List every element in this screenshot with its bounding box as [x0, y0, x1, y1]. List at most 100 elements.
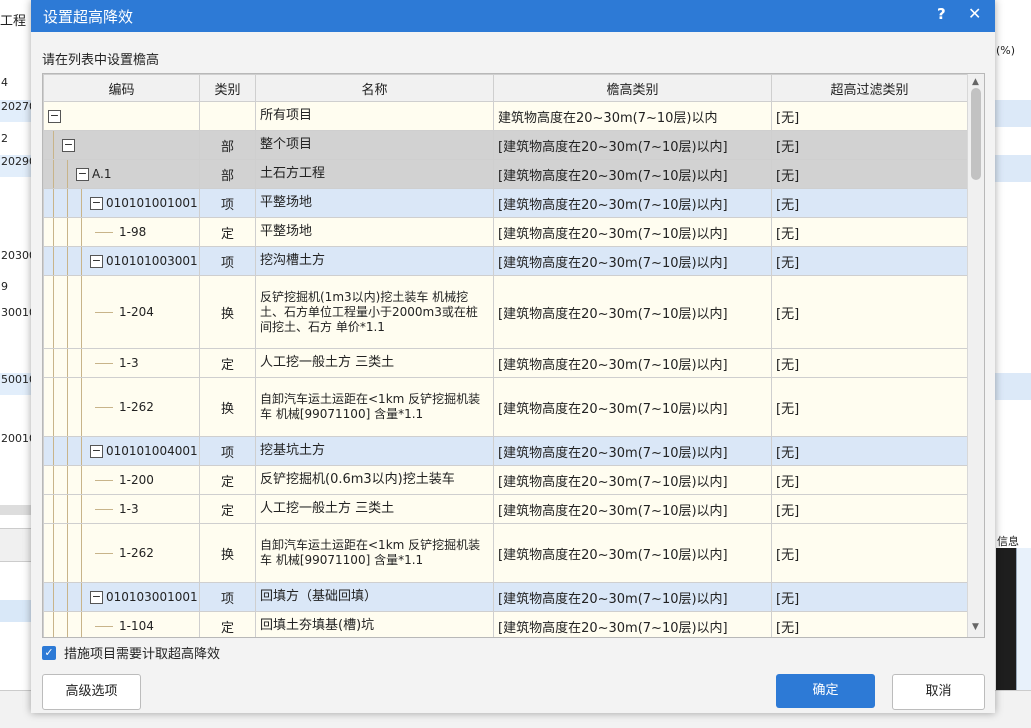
type-cell: 项	[199, 582, 256, 612]
name-cell: 挖基坑土方	[255, 436, 494, 466]
column-header-name[interactable]: 名称	[255, 74, 494, 102]
table-row[interactable]: − A.1 部 土石方工程 [建筑物高度在20~30m(7~10层)以内] [无…	[43, 159, 968, 189]
name-cell: 反铲挖掘机(0.6m3以内)挖土装车	[255, 465, 494, 495]
background-left-cell: 4	[1, 76, 8, 89]
eaves-cell[interactable]: [建筑物高度在20~30m(7~10层)以内]	[493, 582, 772, 612]
eaves-cell[interactable]: [建筑物高度在20~30m(7~10层)以内]	[493, 275, 772, 349]
table-row[interactable]: 1-104 定 回填土夯填基(槽)坑 [建筑物高度在20~30m(7~10层)以…	[43, 611, 968, 637]
filter-cell[interactable]: [无]	[771, 523, 968, 583]
filter-cell[interactable]: [无]	[771, 217, 968, 247]
background-scrollbar	[0, 505, 34, 515]
measure-checkbox-row[interactable]: ✓ 措施项目需要计取超高降效	[42, 643, 220, 662]
table-row[interactable]: − 010101003001 项 挖沟槽土方 [建筑物高度在20~30m(7~1…	[43, 246, 968, 276]
eaves-cell[interactable]: [建筑物高度在20~30m(7~10层)以内]	[493, 494, 772, 524]
grid-scrollbar[interactable]: ▲ ▼	[967, 74, 984, 637]
row-code: 1-3	[119, 502, 139, 516]
table-row[interactable]: 1-200 定 反铲挖掘机(0.6m3以内)挖土装车 [建筑物高度在20~30m…	[43, 465, 968, 495]
name-cell: 土石方工程	[255, 159, 494, 189]
code-cell: 1-200	[43, 465, 200, 495]
eaves-cell[interactable]: 建筑物高度在20~30m(7~10层)以内	[493, 101, 772, 131]
eaves-cell[interactable]: [建筑物高度在20~30m(7~10层)以内]	[493, 523, 772, 583]
eaves-cell[interactable]: [建筑物高度在20~30m(7~10层)以内]	[493, 188, 772, 218]
code-cell: − 010101003001	[43, 246, 200, 276]
collapse-icon[interactable]: −	[90, 196, 103, 210]
table-row[interactable]: − 010101001001 项 平整场地 [建筑物高度在20~30m(7~10…	[43, 188, 968, 218]
column-header-filter[interactable]: 超高过滤类别	[771, 74, 968, 102]
filter-cell[interactable]: [无]	[771, 611, 968, 637]
filter-cell[interactable]: [无]	[771, 275, 968, 349]
filter-cell[interactable]: [无]	[771, 130, 968, 160]
dialog-titlebar[interactable]: 设置超高降效 ? ✕	[31, 0, 995, 32]
row-code: 1-262	[119, 400, 154, 414]
filter-cell[interactable]: [无]	[771, 348, 968, 378]
type-cell: 定	[199, 611, 256, 637]
code-cell: −	[43, 130, 200, 160]
filter-cell[interactable]: [无]	[771, 465, 968, 495]
row-code: 1-104	[119, 619, 154, 633]
advanced-options-button[interactable]: 高级选项	[42, 674, 141, 710]
filter-cell[interactable]: [无]	[771, 159, 968, 189]
close-icon[interactable]: ✕	[968, 4, 981, 23]
filter-cell[interactable]: [无]	[771, 101, 968, 131]
dialog-title: 设置超高降效	[43, 8, 134, 26]
checkbox-checked-icon[interactable]: ✓	[42, 645, 56, 660]
column-header-eaves[interactable]: 檐高类别	[493, 74, 772, 102]
table-row[interactable]: 1-262 换 自卸汽车运土运距在<1km 反铲挖掘机装车 机械[9907110…	[43, 523, 968, 583]
name-text: 自卸汽车运土运距在<1km 反铲挖掘机装车 机械[99071100] 含量*1.…	[260, 392, 481, 421]
code-cell: − 010103001001	[43, 582, 200, 612]
column-header-type[interactable]: 类别	[199, 74, 256, 102]
table-row[interactable]: 1-204 换 反铲挖掘机(1m3以内)挖土装车 机械挖土、石方单位工程量小于2…	[43, 275, 968, 349]
eaves-cell[interactable]: [建筑物高度在20~30m(7~10层)以内]	[493, 348, 772, 378]
filter-cell[interactable]: [无]	[771, 246, 968, 276]
eaves-cell[interactable]: [建筑物高度在20~30m(7~10层)以内]	[493, 217, 772, 247]
collapse-icon[interactable]: −	[90, 444, 103, 458]
scroll-down-arrow-icon[interactable]: ▼	[972, 622, 979, 632]
code-cell: −	[43, 101, 200, 131]
type-cell: 部	[199, 159, 256, 189]
eaves-cell[interactable]: [建筑物高度在20~30m(7~10层)以内]	[493, 436, 772, 466]
cancel-button[interactable]: 取消	[892, 674, 985, 710]
background-left-title: 工程	[0, 14, 27, 29]
scroll-up-arrow-icon[interactable]: ▲	[972, 77, 979, 87]
ok-button[interactable]: 确定	[776, 674, 875, 708]
eaves-cell[interactable]: [建筑物高度在20~30m(7~10层)以内]	[493, 159, 772, 189]
filter-cell[interactable]: [无]	[771, 377, 968, 437]
eaves-cell[interactable]: [建筑物高度在20~30m(7~10层)以内]	[493, 377, 772, 437]
filter-cell[interactable]: [无]	[771, 582, 968, 612]
column-header-code[interactable]: 编码	[43, 74, 200, 102]
filter-cell[interactable]: [无]	[771, 436, 968, 466]
collapse-icon[interactable]: −	[90, 254, 103, 268]
scroll-thumb[interactable]	[971, 88, 981, 180]
eaves-cell[interactable]: [建筑物高度在20~30m(7~10层)以内]	[493, 246, 772, 276]
table-row[interactable]: 1-98 定 平整场地 [建筑物高度在20~30m(7~10层)以内] [无]	[43, 217, 968, 247]
checkbox-label[interactable]: 措施项目需要计取超高降效	[64, 643, 220, 662]
name-cell: 整个项目	[255, 130, 494, 160]
collapse-icon[interactable]: −	[76, 167, 89, 181]
name-cell: 回填方（基础回填）	[255, 582, 494, 612]
table-row[interactable]: − 部 整个项目 [建筑物高度在20~30m(7~10层)以内] [无]	[43, 130, 968, 160]
background-left-cell: 50010	[0, 373, 35, 395]
filter-cell[interactable]: [无]	[771, 494, 968, 524]
row-code: A.1	[92, 167, 112, 181]
table-header-row: 编码 类别 名称 檐高类别 超高过滤类别	[43, 74, 968, 102]
collapse-icon[interactable]: −	[48, 109, 61, 123]
table-row[interactable]: − 010101004001 项 挖基坑土方 [建筑物高度在20~30m(7~1…	[43, 436, 968, 466]
table-row[interactable]: 1-262 换 自卸汽车运土运距在<1km 反铲挖掘机装车 机械[9907110…	[43, 377, 968, 437]
eaves-cell[interactable]: [建筑物高度在20~30m(7~10层)以内]	[493, 465, 772, 495]
type-cell: 定	[199, 465, 256, 495]
table-row[interactable]: − 010103001001 项 回填方（基础回填） [建筑物高度在20~30m…	[43, 582, 968, 612]
eaves-cell[interactable]: [建筑物高度在20~30m(7~10层)以内]	[493, 130, 772, 160]
background-selected-row	[0, 600, 34, 622]
table-row[interactable]: 1-3 定 人工挖一般土方 三类土 [建筑物高度在20~30m(7~10层)以内…	[43, 494, 968, 524]
code-cell: 1-98	[43, 217, 200, 247]
table-row[interactable]: − 所有项目 建筑物高度在20~30m(7~10层)以内 [无]	[43, 101, 968, 131]
name-cell: 自卸汽车运土运距在<1km 反铲挖掘机装车 机械[99071100] 含量*1.…	[255, 523, 494, 583]
eaves-cell[interactable]: [建筑物高度在20~30m(7~10层)以内]	[493, 611, 772, 637]
name-cell: 所有项目	[255, 101, 494, 131]
table-row[interactable]: 1-3 定 人工挖一般土方 三类土 [建筑物高度在20~30m(7~10层)以内…	[43, 348, 968, 378]
collapse-icon[interactable]: −	[90, 590, 103, 604]
row-code: 010101004001	[106, 444, 198, 458]
help-icon[interactable]: ?	[937, 5, 946, 23]
filter-cell[interactable]: [无]	[771, 188, 968, 218]
collapse-icon[interactable]: −	[62, 138, 75, 152]
